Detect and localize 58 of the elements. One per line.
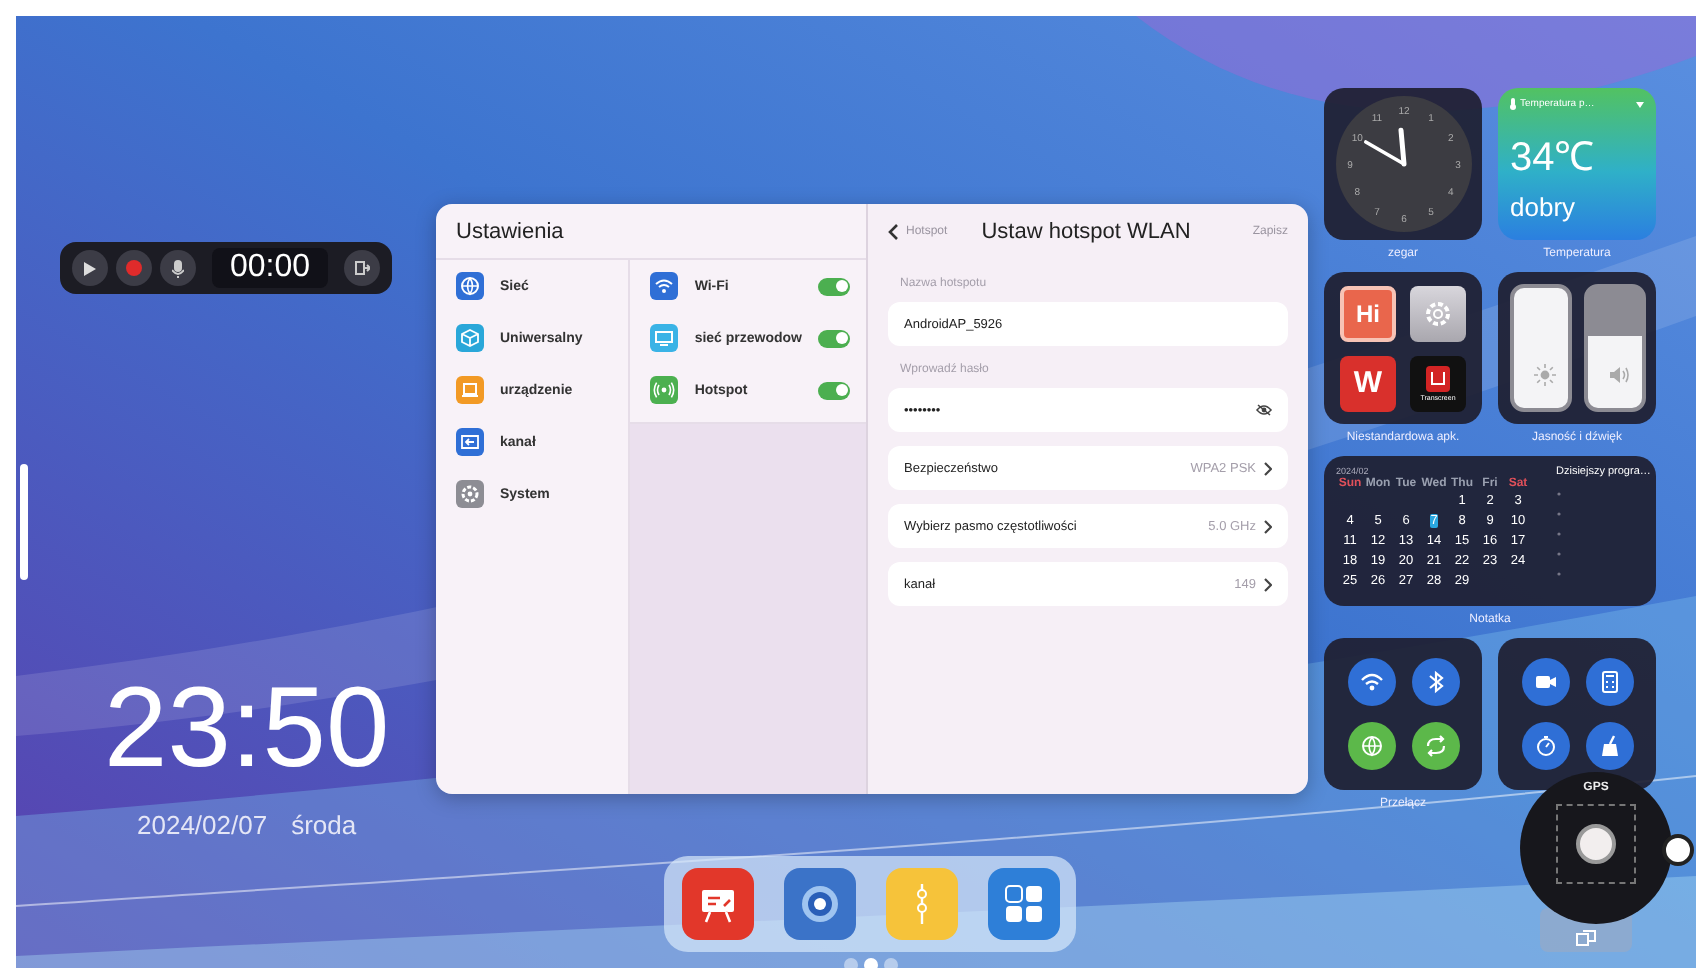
date-text: 2024/02/07 [137, 810, 268, 840]
eye-off-icon [1256, 404, 1272, 416]
speaker-icon [1607, 364, 1629, 386]
easel-icon [697, 884, 737, 924]
grid-icon [1003, 884, 1043, 924]
record-icon [126, 260, 142, 276]
toggle-switch[interactable] [818, 381, 850, 399]
tool-button[interactable] [1585, 658, 1633, 706]
globe-icon [1359, 734, 1383, 758]
stopwatch-icon [1533, 734, 1557, 758]
wifi-icon [1359, 670, 1383, 694]
toggle-switch[interactable] [818, 329, 850, 347]
chevron-icon [1264, 461, 1272, 475]
caret-icon [1636, 101, 1644, 107]
chevron-icon [1264, 519, 1272, 533]
window-title: Ustawienia [456, 219, 564, 243]
camera-icon [1533, 670, 1557, 694]
tool-button[interactable] [1521, 658, 1569, 706]
sun-icon [1533, 364, 1555, 386]
thermometer-icon [1510, 98, 1516, 110]
toggle-button[interactable] [1411, 722, 1459, 770]
toggle-button[interactable] [1347, 658, 1395, 706]
calculator-icon [1597, 670, 1621, 694]
screen-icon [1426, 365, 1450, 391]
edge-handle[interactable] [20, 464, 28, 580]
toggle-button[interactable] [1411, 658, 1459, 706]
play-button[interactable] [72, 250, 108, 286]
gps-button[interactable] [1576, 824, 1616, 864]
back-icon [888, 224, 898, 240]
chevron-icon [1264, 577, 1272, 591]
weather-condition: dobry [1510, 192, 1576, 222]
weekday-text: środa [291, 810, 357, 840]
swirl-icon [797, 882, 841, 926]
app-icon[interactable]: W [1340, 355, 1396, 411]
page-dot[interactable] [883, 958, 897, 968]
volume-slider[interactable] [1583, 284, 1645, 412]
folder-icon [911, 884, 931, 924]
windows-icon [1576, 930, 1596, 946]
tool-button[interactable] [1521, 722, 1569, 770]
exit-button[interactable] [344, 250, 381, 286]
sync-icon [1423, 734, 1447, 758]
broom-icon [1597, 734, 1621, 758]
page-title: Ustaw hotspot WLAN [979, 220, 1193, 244]
microphone-icon [172, 259, 184, 277]
page-dot[interactable] [863, 958, 877, 968]
toggle-button[interactable] [1347, 722, 1395, 770]
page-dot[interactable] [843, 958, 857, 968]
clock-time: 23:50 [104, 672, 390, 786]
exit-icon [354, 260, 371, 276]
timer-display: 00:00 [212, 248, 329, 288]
toggle-switch[interactable] [818, 277, 850, 295]
record-button[interactable] [116, 250, 152, 286]
app-icon[interactable] [1410, 285, 1466, 341]
temperature-value: 34℃ [1510, 134, 1595, 182]
microphone-button[interactable] [160, 250, 196, 286]
play-icon [84, 261, 96, 275]
tool-button[interactable] [1585, 722, 1633, 770]
gear-icon [1424, 299, 1452, 327]
